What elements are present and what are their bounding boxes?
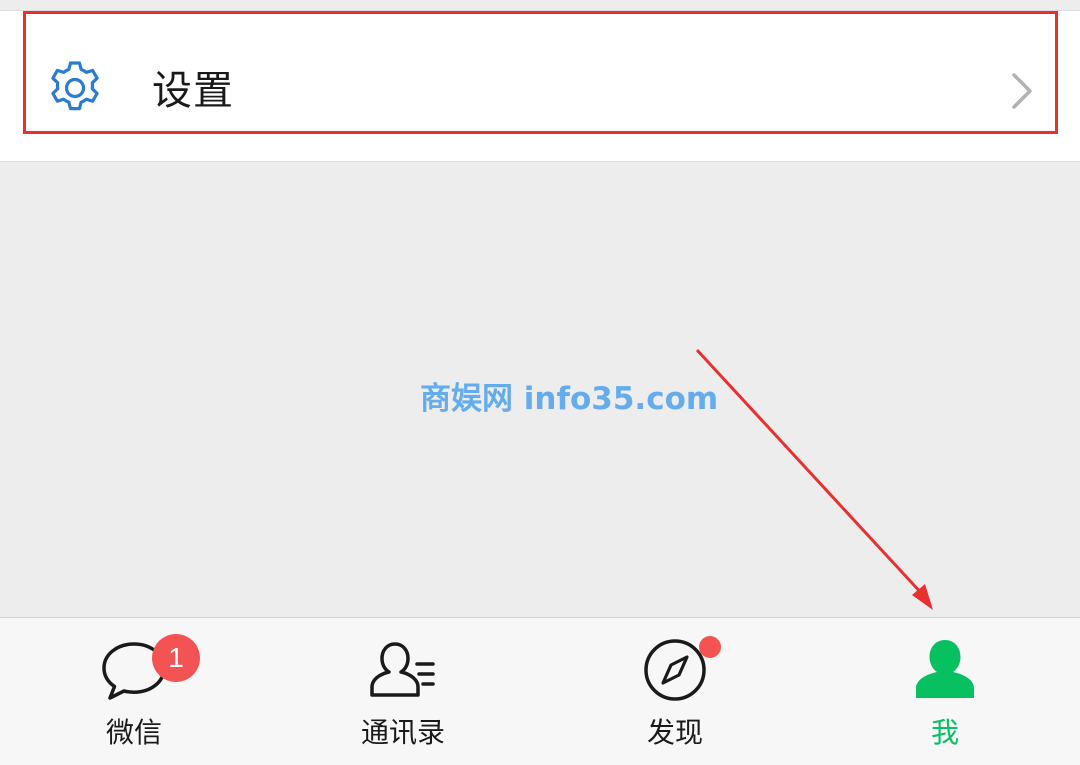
tab-discover[interactable]: 发现 [575,618,775,765]
tab-label: 通讯录 [360,716,445,749]
unread-badge: 1 [152,634,200,682]
wechat-me-page: 设置 商娱网 info35.com 微信 通讯录 发现 我 1 [0,0,1080,765]
watermark: 商娱网 info35.com [420,381,719,417]
new-content-dot [699,636,721,658]
contacts-icon [370,642,435,697]
tab-me[interactable]: 我 [845,618,1045,765]
tab-contacts[interactable]: 通讯录 [303,618,503,765]
settings-highlight-box [23,11,1058,134]
tab-label: 发现 [646,716,703,749]
tab-label: 微信 [105,716,162,749]
person-icon [916,640,974,698]
tab-label: 我 [930,716,959,749]
tab-wechat[interactable]: 微信 [34,618,234,765]
